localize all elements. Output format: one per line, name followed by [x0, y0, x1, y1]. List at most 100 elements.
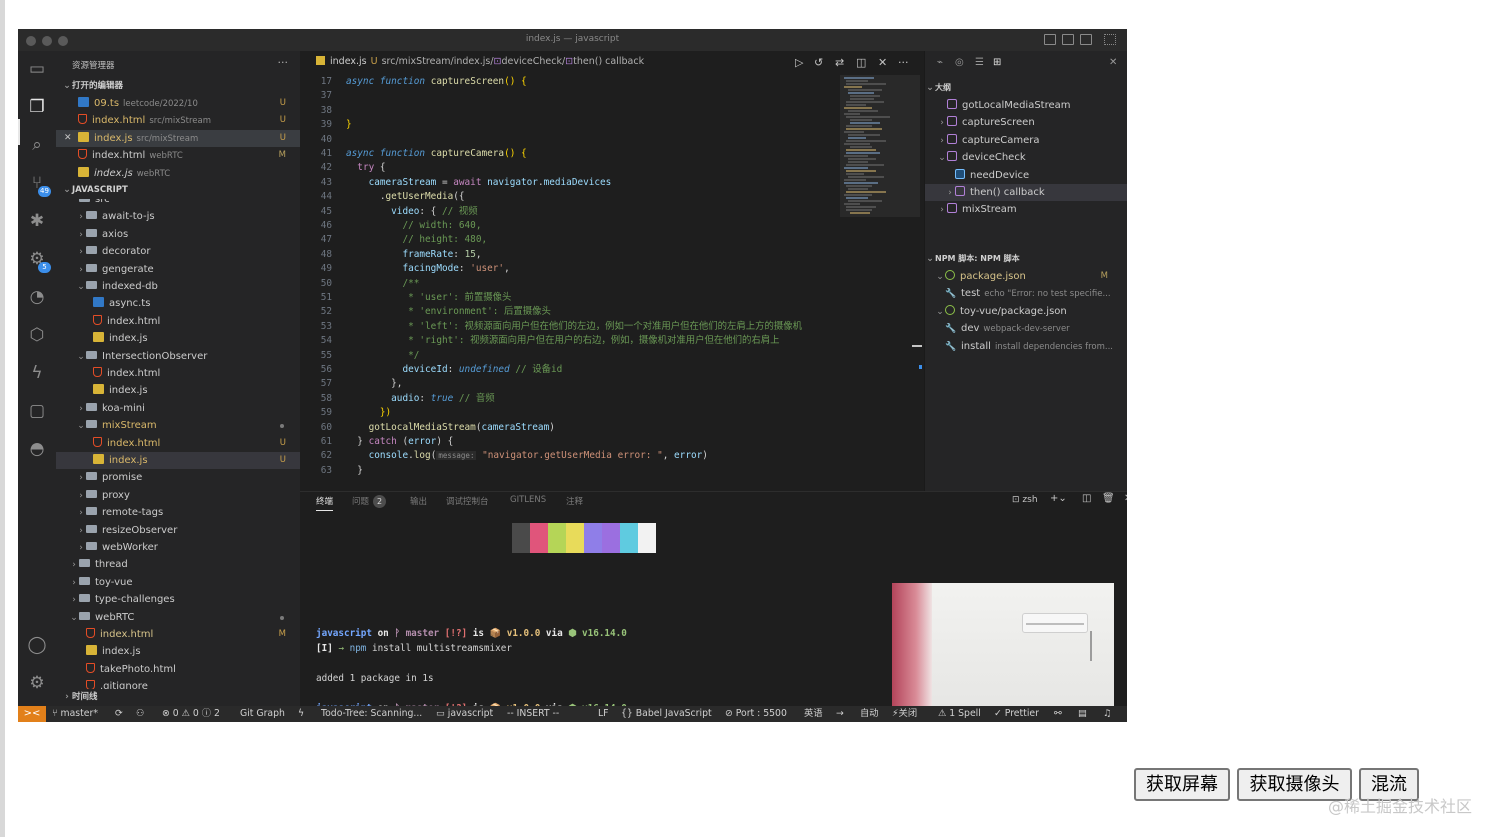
port-status[interactable]: ⊘ Port : 5500 [725, 706, 787, 722]
tree-item[interactable]: ⌄ IntersectionObserver [56, 348, 300, 365]
settings-gear-icon[interactable]: ⚙ [25, 671, 49, 695]
tree-item[interactable]: ⌄ mixStream [56, 417, 300, 434]
tree-item[interactable]: › resizeObserver [56, 522, 300, 539]
tree-item[interactable]: › type-challenges [56, 591, 300, 608]
outline-item[interactable]: › captureCamera [925, 132, 1127, 149]
tree-item[interactable]: › decorator [56, 243, 300, 260]
tree-item[interactable]: ⌄ webRTC [56, 609, 300, 626]
git-graph-status[interactable]: Git Graph [240, 706, 285, 722]
open-editor-item[interactable]: 09.ts leetcode/2022/10 U [56, 95, 300, 112]
tree-item[interactable]: index.js U [56, 452, 300, 470]
panel-tab[interactable]: 问题 2 [352, 495, 387, 508]
open-editor-item[interactable]: ✕ index.js src/mixStream U [56, 129, 300, 148]
tree-item[interactable]: › remote-tags [56, 504, 300, 521]
breadcrumb-file[interactable]: index.js [330, 56, 367, 67]
explorer-icon[interactable]: ❐ [25, 95, 49, 119]
history-icon[interactable]: ↺ [814, 56, 823, 69]
pin-icon[interactable]: ◎ [955, 57, 964, 68]
tree-item[interactable]: › await-to-js [56, 208, 300, 225]
tree-item[interactable]: takePhoto.html [56, 661, 300, 678]
close-panel-x-icon[interactable]: ✕ [1124, 493, 1127, 504]
docker-icon[interactable]: ◓ [25, 437, 49, 461]
accounts-icon[interactable]: ⚇ [136, 706, 144, 722]
tree-item[interactable]: index.js [56, 330, 300, 347]
outline-item[interactable]: › captureScreen [925, 114, 1127, 131]
toggle-panel-icon[interactable] [1062, 34, 1074, 45]
outline-tool-icon[interactable]: ⊞ [993, 57, 1001, 68]
tree-item[interactable]: › gengerate [56, 261, 300, 278]
tree-item[interactable]: › koa-mini [56, 400, 300, 417]
tree-item[interactable]: async.ts [56, 295, 300, 312]
menu-folder-icon[interactable]: ▭ [25, 57, 49, 81]
panel-tab[interactable]: GITLENS [510, 495, 546, 505]
account-icon[interactable]: ◯ [25, 633, 49, 657]
tree-item[interactable]: ⌄ indexed-db [56, 278, 300, 295]
notifications-bell-icon[interactable]: ♫ [1103, 706, 1111, 722]
outline-item[interactable]: needDevice [925, 167, 1127, 184]
editor-more-icon[interactable]: ··· [898, 56, 909, 69]
tree-item[interactable]: index.html [56, 313, 300, 330]
tree-item[interactable]: index.js [56, 643, 300, 660]
remote-icon[interactable]: ⌁ [937, 57, 943, 68]
tree-item[interactable]: index.js [56, 382, 300, 399]
extensions-icon[interactable]: ⚙ 5 [25, 247, 51, 273]
new-terminal-icon[interactable]: +⌄ [1050, 493, 1067, 504]
tree-item[interactable]: › webWorker [56, 539, 300, 556]
customize-layout-icon[interactable] [1104, 34, 1116, 45]
toggle-sidebar-icon[interactable] [1044, 34, 1056, 45]
language-status[interactable]: {} Babel JavaScript [621, 706, 712, 722]
close-panel-icon[interactable]: ✕ [1109, 57, 1117, 68]
arrow-status[interactable]: → [836, 706, 844, 722]
problems-status[interactable]: ⊗ 0 ⚠ 0 ⓘ 2 [162, 706, 220, 722]
minimap[interactable] [840, 75, 920, 491]
tree-item[interactable]: › toy-vue [56, 574, 300, 591]
npm-item[interactable]: ⌄ package.json M [925, 268, 1127, 285]
eol-status[interactable]: LF [598, 706, 609, 722]
lightning-icon[interactable]: ϟ [25, 361, 49, 385]
split-terminal-icon[interactable]: ◫ [1082, 493, 1091, 504]
breadcrumb-callback[interactable]: then() callback [573, 56, 644, 67]
tree-item[interactable]: › promise [56, 469, 300, 486]
toggle-secondary-sidebar-icon[interactable] [1080, 34, 1092, 45]
outline-header[interactable]: ⌄大纲 [925, 79, 1127, 96]
tree-item[interactable]: › axios [56, 226, 300, 243]
live-share-icon[interactable]: ⚯ [1054, 706, 1062, 722]
panel-tab[interactable]: 注释 [566, 495, 583, 507]
branch-status[interactable]: ⑂ master* [52, 706, 98, 722]
close-status[interactable]: ⚡关闭 [892, 706, 917, 722]
tree-item[interactable]: index.html M [56, 626, 300, 643]
debug-icon[interactable]: ✱ [25, 209, 49, 233]
timeline-header[interactable]: › 时间线 [56, 689, 300, 706]
terminal-shell-label[interactable]: ⊡ zsh [1012, 495, 1038, 505]
open-editor-item[interactable]: index.html webRTC M [56, 147, 300, 164]
npm-item[interactable]: 🔧 dev webpack-dev-server [925, 320, 1127, 337]
open-editor-item[interactable]: index.html src/mixStream U [56, 112, 300, 129]
panel-tab[interactable]: 输出 [410, 495, 427, 507]
close-editor-icon[interactable]: ✕ [878, 56, 887, 69]
panel-tab[interactable]: 调试控制台 [446, 495, 489, 507]
todo-tree-status[interactable]: Todo-Tree: Scanning... [321, 706, 422, 722]
ime-status[interactable]: 英语 [804, 706, 823, 722]
split-editor-icon[interactable]: ◫ [856, 56, 866, 69]
tree-item[interactable]: index.html [56, 365, 300, 382]
npm-item[interactable]: 🔧 install install dependencies from... [925, 338, 1127, 355]
workspace-header[interactable]: ⌄JAVASCRIPT [56, 182, 300, 199]
tree-item[interactable]: › proxy [56, 487, 300, 504]
outline-item[interactable]: ⌄ deviceCheck [925, 149, 1127, 166]
remote-explorer-icon[interactable]: ▢ [25, 399, 49, 423]
panel-tab[interactable]: 终端 [316, 495, 334, 511]
search-icon[interactable]: ⌕ [25, 133, 49, 157]
npm-item[interactable]: 🔧 test echo "Error: no test specifie... [925, 285, 1127, 302]
spell-status[interactable]: ⚠ 1 Spell [938, 706, 981, 722]
source-control-icon[interactable]: ⑂ 49 [25, 171, 51, 197]
timeline-icon[interactable]: ◔ [25, 285, 49, 309]
prettier-status[interactable]: ✓ Prettier [994, 706, 1039, 722]
auto-status[interactable]: 自动 [860, 706, 879, 722]
tree-item[interactable]: › thread [56, 556, 300, 573]
close-editor-x-icon[interactable]: ✕ [64, 130, 72, 147]
lightning-status-icon[interactable]: ϟ [298, 706, 304, 722]
sync-icon[interactable]: ⟳ [115, 706, 123, 722]
run-icon[interactable]: ▷ [795, 56, 803, 69]
code-view[interactable]: 17 async function captureScreen() {37 38 39… [300, 75, 840, 485]
breadcrumb-function[interactable]: deviceCheck/ [502, 56, 566, 67]
